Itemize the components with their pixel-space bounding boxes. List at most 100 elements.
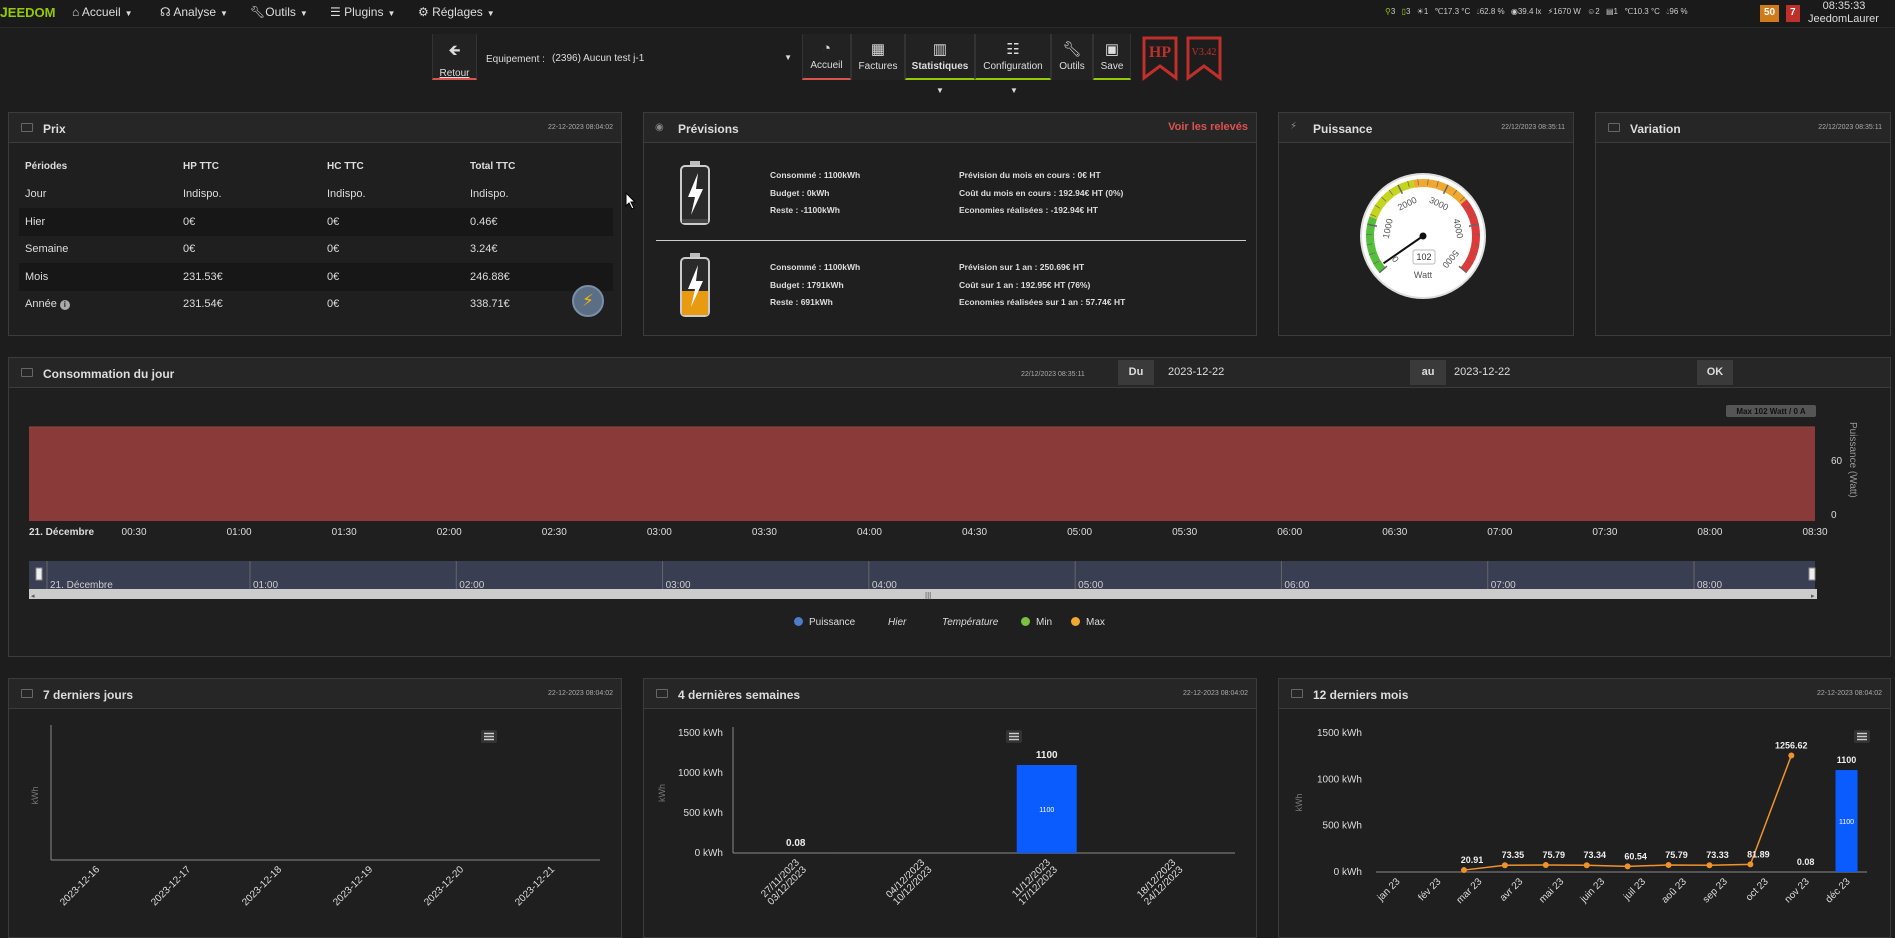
x-tick-label: mar 23 (1455, 876, 1485, 906)
data-label: 75.79 (1543, 850, 1566, 860)
x-tick-label: 05:00 (1067, 527, 1092, 538)
x-tick-label: 08:30 (1802, 527, 1827, 538)
svg-text:2023-12-17: 2023-12-17 (149, 864, 193, 908)
menu-accueil[interactable]: ⌂ Accueil▼ (72, 5, 133, 19)
puissance-title: Puissance (1313, 122, 1372, 136)
legend-min[interactable]: Min (1021, 617, 1052, 628)
jeedom-logo[interactable]: JEEDOM (0, 4, 55, 20)
consommation-date: 22/12/2023 08:35:11 (1021, 371, 1085, 378)
battery-empty-icon (678, 159, 712, 229)
top-navbar: JEEDOM ⌂ Accueil▼ ☊ Analyse▼ 🔧︎Outils▼ ☰… (0, 0, 1895, 28)
notification-badge-alert[interactable]: 7 (1786, 5, 1800, 22)
equipement-select[interactable]: (2396) Aucun test j-1 ▼ (552, 50, 792, 68)
navigator-handle-right (1809, 568, 1815, 580)
configuration-caret-icon[interactable]: ▼ (1010, 86, 1018, 95)
x-tick-label: 18/12/202324/12/2023 (1135, 857, 1186, 908)
gauge-unit: Watt (1414, 270, 1433, 280)
x-tick-label: 11/12/202317/12/2023 (1010, 857, 1061, 908)
outils-button[interactable]: 🔧︎Outils (1051, 34, 1093, 80)
prix-panel: Prix 22-12-2023 08:04:02 Périodes HP TTC… (8, 112, 622, 336)
svg-text:juin 23: juin 23 (1578, 876, 1608, 906)
x-tick-label: 2023-12-19 (331, 864, 375, 908)
navigator-tick-label: 04:00 (872, 580, 897, 591)
legend-puissance[interactable]: Puissance (794, 617, 855, 628)
tasks-icon: ☰ (330, 5, 344, 19)
data-label: 73.35 (1502, 850, 1525, 860)
consommation-header: Consommation du jour 22/12/2023 08:35:11… (9, 358, 1890, 388)
x-tick-label: 06:00 (1277, 527, 1302, 538)
chart-icon (1608, 123, 1620, 132)
menu-analyse[interactable]: ☊ Analyse▼ (160, 5, 228, 19)
chevron-down-icon: ▼ (784, 53, 792, 62)
x-tick-label: fév 23 (1416, 876, 1443, 903)
lightning-button[interactable]: ⚡︎ (572, 285, 604, 317)
y-tick-label: 1000 kWh (678, 768, 723, 779)
scroll-left-icon: ◂ (31, 593, 35, 600)
bar-chart-icon: ▥ (906, 40, 974, 58)
x-tick-label: 04/12/202310/12/2023 (884, 857, 935, 908)
prix-table: Périodes HP TTC HC TTC Total TTC JourInd… (19, 153, 613, 318)
battery-half-icon (678, 251, 712, 321)
notification-badge-warning[interactable]: 50 (1760, 5, 1779, 22)
hp-bookmark-icon[interactable]: HP (1142, 36, 1180, 82)
light-icon: ☀ (1417, 7, 1424, 16)
x-tick-label: 21. Décembre (29, 527, 94, 538)
consommation-chart: Max 102 Watt / 0 A600Puissance (Watt)21.… (0, 400, 1895, 610)
power-area (29, 427, 1815, 521)
header-periodes: Périodes (19, 153, 177, 181)
menu-outils[interactable]: 🔧︎Outils▼ (250, 5, 308, 19)
info-icon[interactable]: i (60, 300, 70, 310)
configuration-button[interactable]: ☷Configuration (975, 34, 1051, 80)
equipement-label: Equipement : (486, 54, 545, 65)
menu-plugins[interactable]: ☰ Plugins▼ (330, 5, 395, 19)
statistiques-button[interactable]: ▥Statistiques (905, 34, 975, 80)
data-label: 73.34 (1583, 850, 1606, 860)
douze-mois-chart: kWh1500 kWh1000 kWh500 kWh0 kWhjan 23fév… (1278, 708, 1891, 930)
quatre-semaines-title: 4 dernières semaines (678, 688, 800, 702)
line-point (1461, 867, 1467, 873)
retour-button[interactable]: 🡸Retour (432, 34, 477, 80)
navigator-tick-label: 02:00 (459, 580, 484, 591)
statistiques-caret-icon[interactable]: ▼ (936, 86, 944, 95)
navigator-tick-label: 03:00 (666, 580, 691, 591)
user-menu[interactable]: JeedomLaurer (1808, 13, 1879, 25)
previsions-panel: ◉ Prévisions Voir les relevés Consommé :… (643, 112, 1257, 336)
x-tick-label: 2023-12-18 (240, 864, 284, 908)
ok-button[interactable]: OK (1697, 360, 1733, 385)
version-bookmark-icon[interactable]: V3.42 (1186, 36, 1224, 82)
data-label: 75.79 (1665, 850, 1688, 860)
x-tick-label: 2023-12-21 (513, 864, 557, 908)
x-tick-label: 04:00 (857, 527, 882, 538)
legend-temperature[interactable]: Température (942, 617, 998, 628)
previsions-title: Prévisions (678, 122, 739, 136)
menu-reglages[interactable]: ⚙ Réglages▼ (418, 5, 495, 19)
factures-button[interactable]: ▦Factures (851, 34, 905, 80)
legend-hier[interactable]: Hier (888, 617, 906, 628)
legend-max[interactable]: Max (1071, 617, 1105, 628)
svg-text:nov 23: nov 23 (1783, 876, 1812, 905)
data-label: 81.89 (1747, 849, 1770, 859)
table-row: Hier0€0€0.46€ (19, 208, 613, 236)
x-tick-label: 01:30 (332, 527, 357, 538)
x-tick-label: 27/11/202303/12/2023 (759, 857, 810, 908)
status-summary[interactable]: ⚲3 ▯3 ☀1 ℃17.3 °C 💧︎62.8 % ◉39.4 lx ⚡︎16… (1385, 7, 1688, 17)
gauge-value: 102 (1416, 252, 1431, 262)
line-point (1747, 861, 1753, 867)
y-tick-label: 0 kWh (695, 848, 723, 859)
du-label: Du (1118, 360, 1154, 385)
version-label: V3.42 (1192, 47, 1217, 58)
variation-panel: Variation 22/12/2023 08:35:11 (1595, 112, 1891, 336)
previsions-header: ◉ Prévisions Voir les relevés (644, 113, 1256, 143)
x-tick-label: 05:30 (1172, 527, 1197, 538)
bolt-icon: ⚡︎ (1290, 121, 1297, 132)
x-tick-label: 07:30 (1592, 527, 1617, 538)
voir-releves-link[interactable]: Voir les relevés (1168, 121, 1248, 133)
date-from-input[interactable]: 2023-12-22 (1156, 360, 1410, 385)
data-label: 0.08 (786, 838, 806, 849)
accueil-button[interactable]: ◔Accueil (802, 34, 851, 80)
save-button[interactable]: ▣Save (1093, 34, 1131, 80)
date-to-input[interactable]: 2023-12-22 (1448, 360, 1696, 385)
power-gauge: 010002000300040005000102Watt (1358, 171, 1488, 301)
data-label: 1100 (1837, 755, 1857, 765)
navigator-tick-label: 01:00 (253, 580, 278, 591)
